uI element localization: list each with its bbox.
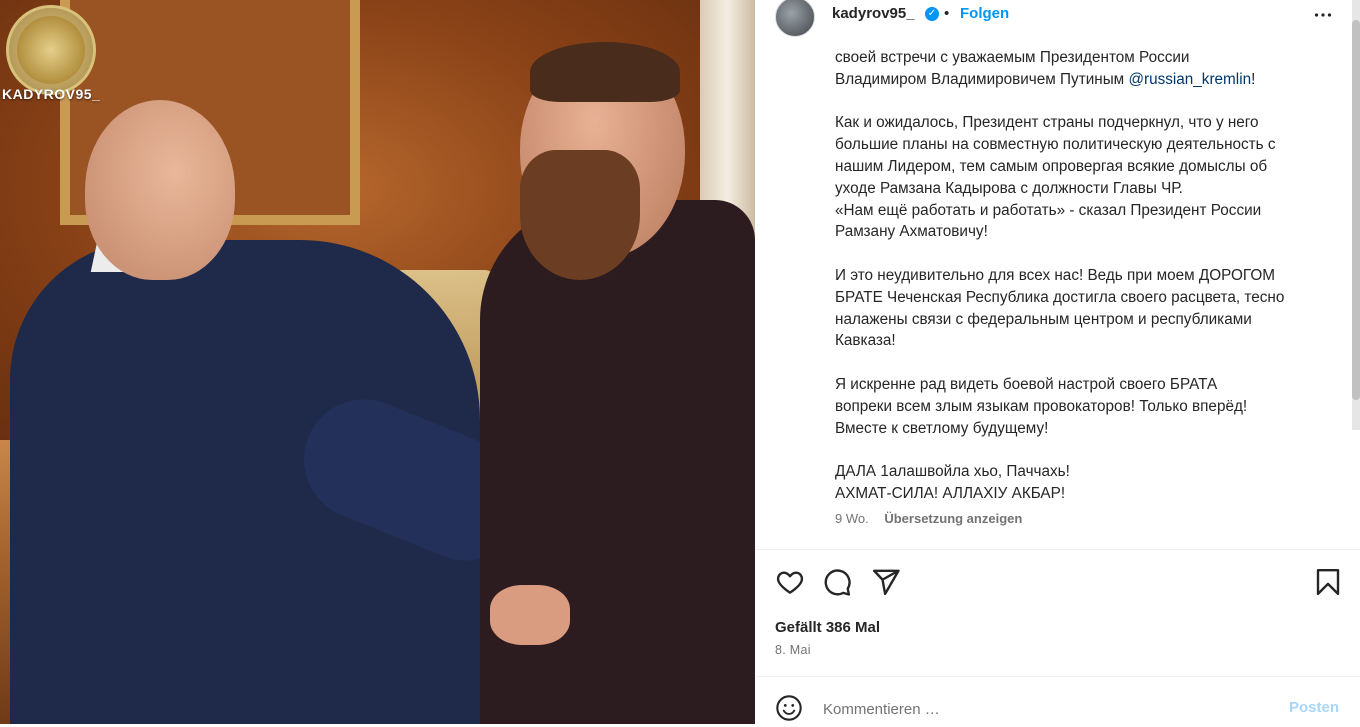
- more-options-icon[interactable]: [1310, 2, 1336, 34]
- caption-meta: 9 Wo. Übersetzung anzeigen: [835, 511, 1034, 526]
- caption-line: ДАЛА 1алашвойла хьо, Паччахь!: [835, 463, 1070, 481]
- action-bar: [755, 563, 1360, 603]
- divider: [755, 549, 1360, 550]
- post-photo[interactable]: KADYROV95_: [0, 0, 755, 724]
- watermark-text: KADYROV95_: [2, 86, 101, 102]
- post-caption: своей встречи с уважаемым Президентом Ро…: [835, 47, 1330, 505]
- caption-line: АХМАТ-СИЛА! АЛЛАХIУ АКБАР!: [835, 484, 1066, 502]
- username-link[interactable]: kadyrov95_: [832, 5, 915, 22]
- caption-text: !: [1251, 70, 1256, 88]
- caption-line: Владимиром Владимировичем Путиным @russi…: [835, 69, 1330, 91]
- caption-line: большие планы на совместную политическую…: [835, 136, 1276, 154]
- avatar[interactable]: [775, 0, 815, 37]
- watermark-emblem-icon: [6, 5, 96, 95]
- bookmark-icon[interactable]: [1313, 567, 1343, 597]
- likes-count[interactable]: Gefällt 386 Mal: [775, 619, 880, 636]
- follow-button[interactable]: Folgen: [960, 5, 1009, 22]
- heart-icon[interactable]: [775, 567, 805, 597]
- photo-person-left-head: [85, 100, 235, 280]
- comment-icon[interactable]: [822, 567, 852, 597]
- comment-bar: Posten: [755, 690, 1360, 724]
- header-separator: •: [944, 5, 950, 22]
- photo-person-right-beard: [520, 150, 640, 280]
- mention-link[interactable]: @russian_kremlin: [1128, 71, 1251, 88]
- caption-line: «Нам ещё работать и работать» - сказал П…: [835, 201, 1262, 219]
- caption-text: Владимиром Владимировичем Путиным: [835, 70, 1129, 88]
- scrollbar-thumb[interactable]: [1352, 20, 1360, 400]
- caption-line: уходе Рамзана Кадырова с должности Главы…: [835, 179, 1183, 197]
- verified-badge-icon: ✓: [925, 7, 939, 21]
- caption-line: налажены связи с федеральным центром и р…: [835, 310, 1252, 328]
- divider: [755, 676, 1360, 677]
- caption-line: Рамзану Ахматовичу!: [835, 223, 988, 241]
- caption-line: Как и ожидалось, Президент страны подчер…: [835, 114, 1259, 132]
- caption-line: И это неудивительно для всех нас! Ведь п…: [835, 266, 1275, 284]
- share-icon[interactable]: [871, 567, 901, 597]
- post-age[interactable]: 9 Wo.: [835, 511, 869, 526]
- caption-line: вопреки всем злым языкам провокаторов! Т…: [835, 397, 1248, 415]
- post-comment-button[interactable]: Posten: [1289, 699, 1339, 716]
- post-date: 8. Mai: [775, 643, 811, 657]
- caption-line: Вместе к светлому будущему!: [835, 419, 1049, 437]
- caption-line: Я искренне рад видеть боевой настрой сво…: [835, 375, 1218, 393]
- photo-person-right: [480, 200, 755, 724]
- caption-line: БРАТЕ Чеченская Республика достигла свое…: [835, 288, 1285, 306]
- translate-button[interactable]: Übersetzung anzeigen: [884, 511, 1022, 526]
- photo-hand: [490, 585, 570, 645]
- post-header: kadyrov95_ ✓ • Folgen: [755, 0, 1360, 40]
- caption-line: нашим Лидером, тем самым опровергая всяк…: [835, 157, 1268, 175]
- emoji-icon[interactable]: [775, 694, 803, 722]
- comment-input[interactable]: [823, 698, 1263, 720]
- caption-line: Кавказа!: [835, 332, 896, 350]
- post-side-panel: kadyrov95_ ✓ • Folgen своей встречи с ув…: [755, 0, 1360, 724]
- caption-line: своей встречи с уважаемым Президентом Ро…: [835, 49, 1190, 66]
- photo-person-right-hair: [530, 42, 680, 102]
